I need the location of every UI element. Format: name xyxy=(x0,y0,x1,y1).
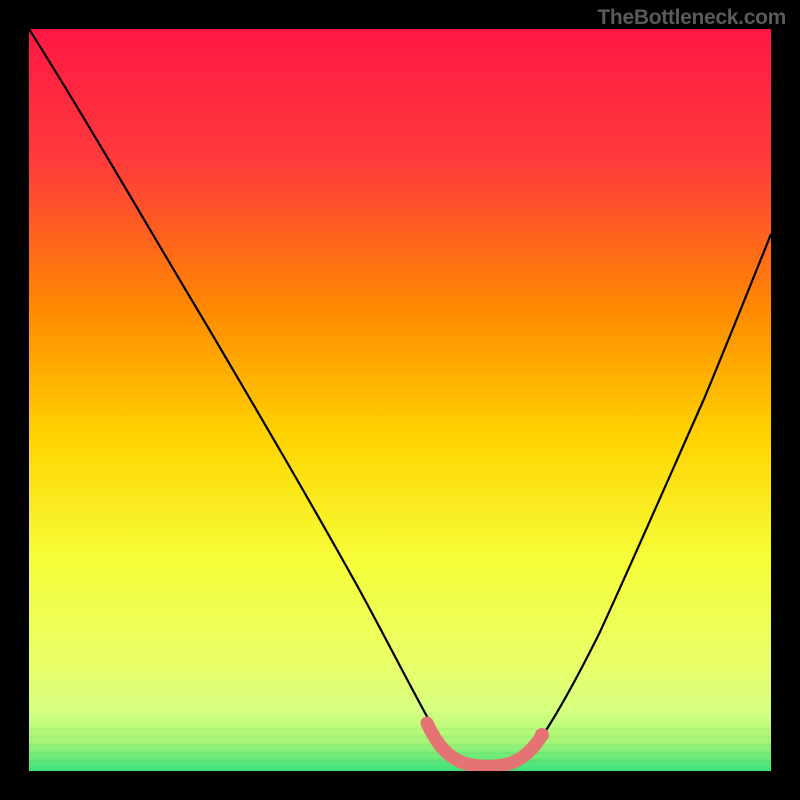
chart-svg xyxy=(29,29,771,771)
optimal-range-end-dot xyxy=(535,728,549,742)
gradient-background xyxy=(29,29,771,771)
watermark-text: TheBottleneck.com xyxy=(597,6,786,30)
chart-plot-area xyxy=(29,29,771,771)
